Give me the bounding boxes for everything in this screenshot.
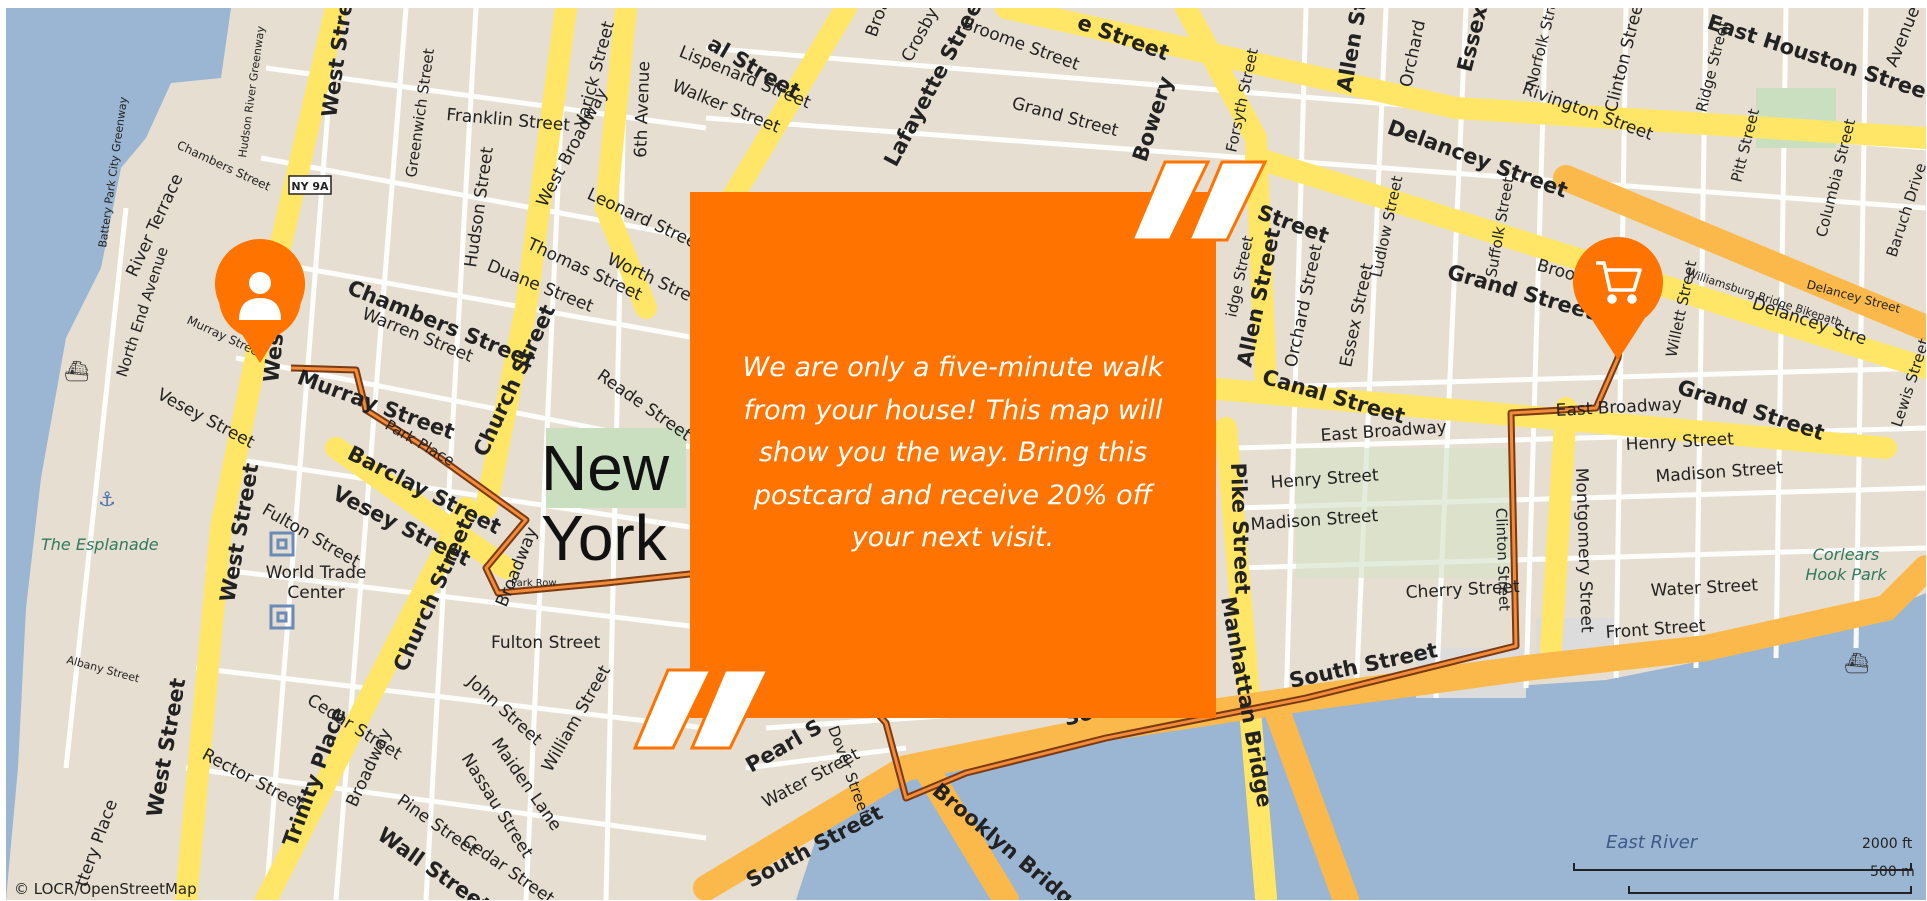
close-quote-icon (1130, 160, 1268, 242)
scale-label-meters: 500 m (1870, 864, 1915, 880)
landmark-label: World Trade (266, 563, 367, 583)
city-label: New (541, 432, 670, 504)
postcard-message: We are only a five-minute walk from your… (742, 352, 1164, 553)
landmark-label: The Esplanade (41, 535, 159, 554)
postcard-message-card: We are only a five-minute walk from your… (690, 192, 1216, 718)
city-label: York (541, 502, 668, 574)
route-shield: NY 9A (288, 175, 332, 195)
street-label: Fulton Street (491, 633, 601, 653)
scale-label-feet: 2000 ft (1862, 836, 1913, 852)
svg-text:NY 9A: NY 9A (291, 180, 329, 193)
map-attribution[interactable]: © LOCR/OpenStreetMap (14, 880, 197, 898)
anchor-icon: ⚓ (98, 487, 116, 511)
river-label: East River (1606, 832, 1699, 853)
ferry-icon: ⛴ (1844, 651, 1869, 675)
street-label: Clinton Street (1492, 508, 1514, 612)
landmark-label: Center (287, 583, 344, 603)
landmark-label: Hook Park (1805, 565, 1887, 584)
street-label: 6th Avenue (631, 61, 654, 158)
landmark-label: Corlears (1813, 545, 1880, 564)
open-quote-icon (633, 668, 771, 750)
street-label: Park Row (511, 578, 557, 589)
ferry-icon: ⛴ (64, 359, 89, 383)
